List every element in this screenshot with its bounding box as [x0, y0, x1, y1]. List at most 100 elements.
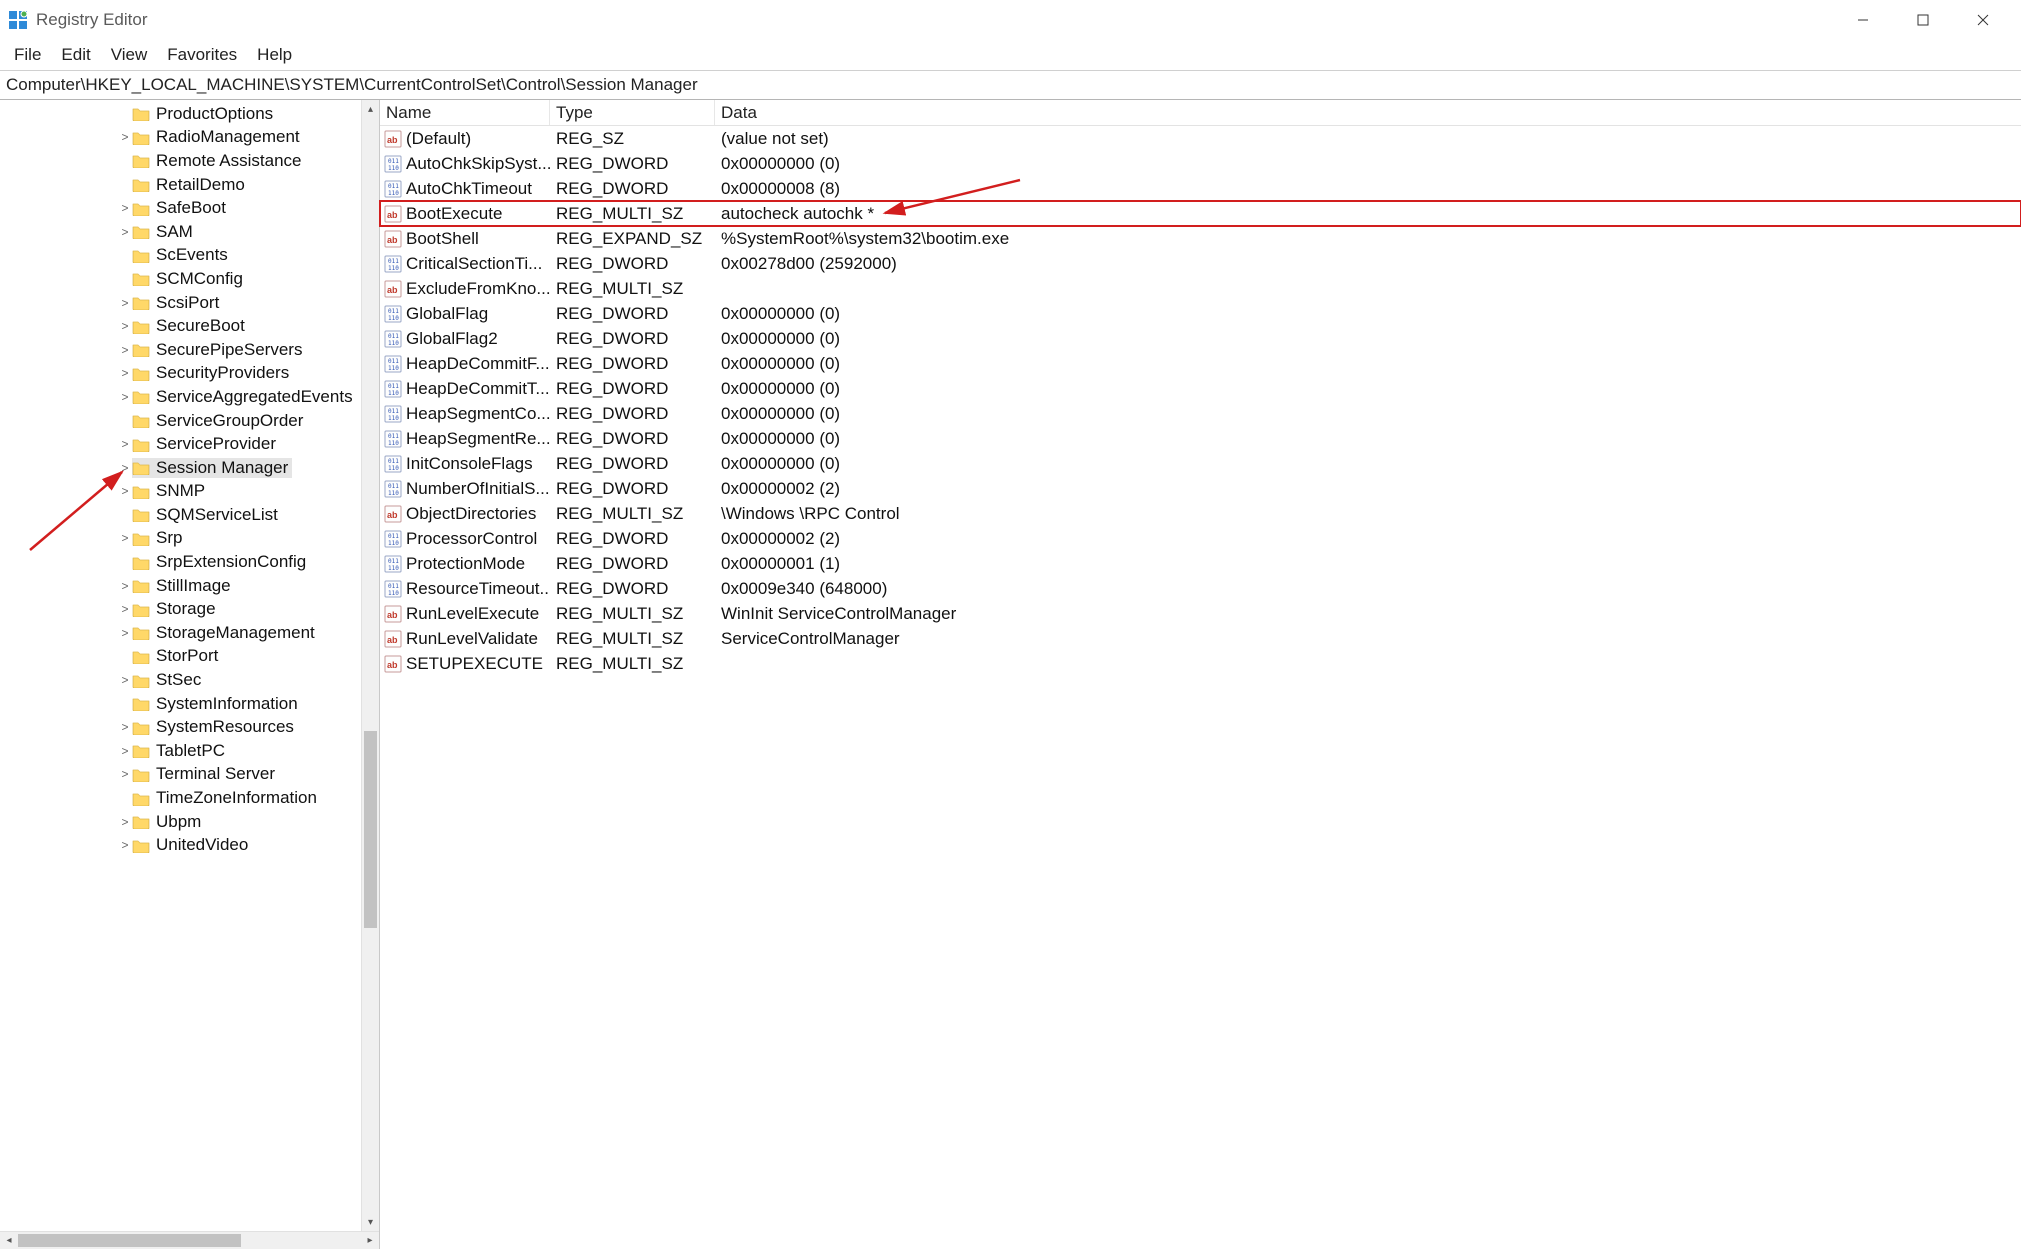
expand-chevron-icon[interactable]: >	[118, 319, 132, 333]
value-row[interactable]: abBootExecuteREG_MULTI_SZautocheck autoc…	[380, 201, 2021, 226]
tree-item[interactable]: >Ubpm	[0, 810, 379, 834]
tree-item[interactable]: SystemInformation	[0, 692, 379, 716]
menu-favorites[interactable]: Favorites	[157, 43, 247, 67]
address-bar[interactable]: Computer\HKEY_LOCAL_MACHINE\SYSTEM\Curre…	[0, 70, 2021, 100]
registry-tree[interactable]: ProductOptions>RadioManagementRemote Ass…	[0, 100, 379, 857]
menu-edit[interactable]: Edit	[51, 43, 100, 67]
column-type[interactable]: Type	[550, 100, 715, 125]
scroll-left-arrow-icon[interactable]: ◂	[0, 1235, 18, 1246]
value-row[interactable]: 011110ProtectionModeREG_DWORD0x00000001 …	[380, 551, 2021, 576]
tree-item[interactable]: >UnitedVideo	[0, 833, 379, 857]
menu-view[interactable]: View	[101, 43, 158, 67]
expand-chevron-icon[interactable]: >	[118, 602, 132, 616]
close-button[interactable]	[1953, 0, 2013, 40]
expand-chevron-icon[interactable]: >	[118, 579, 132, 593]
svg-text:011: 011	[388, 258, 399, 265]
tree-item[interactable]: >SAM	[0, 220, 379, 244]
menu-help[interactable]: Help	[247, 43, 302, 67]
value-row[interactable]: abObjectDirectoriesREG_MULTI_SZ\Windows …	[380, 501, 2021, 526]
scroll-down-arrow-icon[interactable]: ▾	[362, 1213, 379, 1231]
tree-item[interactable]: Remote Assistance	[0, 149, 379, 173]
column-name[interactable]: Name	[380, 100, 550, 125]
expand-chevron-icon[interactable]: >	[118, 815, 132, 829]
expand-chevron-icon[interactable]: >	[118, 626, 132, 640]
expand-chevron-icon[interactable]: >	[118, 390, 132, 404]
tree-item[interactable]: >StSec	[0, 668, 379, 692]
value-row[interactable]: 011110CriticalSectionTi...REG_DWORD0x002…	[380, 251, 2021, 276]
expand-chevron-icon[interactable]: >	[118, 484, 132, 498]
value-row[interactable]: 011110HeapSegmentRe...REG_DWORD0x0000000…	[380, 426, 2021, 451]
tree-item[interactable]: > ServiceAggregatedEvents	[0, 385, 379, 409]
value-row[interactable]: 011110AutoChkTimeoutREG_DWORD0x00000008 …	[380, 176, 2021, 201]
tree-item[interactable]: >StorageManagement	[0, 621, 379, 645]
value-row[interactable]: 011110GlobalFlagREG_DWORD0x00000000 (0)	[380, 301, 2021, 326]
tree-item[interactable]: >SafeBoot	[0, 196, 379, 220]
expand-chevron-icon[interactable]: >	[118, 531, 132, 545]
tree-item[interactable]: >RadioManagement	[0, 126, 379, 150]
tree-item[interactable]: ServiceGroupOrder	[0, 409, 379, 433]
tree-item[interactable]: >SystemResources	[0, 715, 379, 739]
tree-item[interactable]: >Session Manager	[0, 456, 379, 480]
expand-chevron-icon[interactable]: >	[118, 343, 132, 357]
column-data[interactable]: Data	[715, 100, 1115, 125]
menu-file[interactable]: File	[4, 43, 51, 67]
expand-chevron-icon[interactable]: >	[118, 744, 132, 758]
tree-item[interactable]: >Terminal Server	[0, 763, 379, 787]
expand-chevron-icon[interactable]: >	[118, 201, 132, 215]
expand-chevron-icon[interactable]: >	[118, 130, 132, 144]
scroll-thumb[interactable]	[18, 1234, 241, 1247]
tree-item[interactable]: >StillImage	[0, 574, 379, 598]
value-row[interactable]: abSETUPEXECUTEREG_MULTI_SZ	[380, 651, 2021, 676]
expand-chevron-icon[interactable]: >	[118, 767, 132, 781]
value-row[interactable]: ab(Default)REG_SZ(value not set)	[380, 126, 2021, 151]
value-row[interactable]: 011110HeapDeCommitT...REG_DWORD0x0000000…	[380, 376, 2021, 401]
scroll-up-arrow-icon[interactable]: ▴	[362, 100, 379, 118]
tree-item[interactable]: ProductOptions	[0, 102, 379, 126]
tree-item[interactable]: >SecurityProviders	[0, 362, 379, 386]
tree-item[interactable]: >TabletPC	[0, 739, 379, 763]
expand-chevron-icon[interactable]: >	[118, 225, 132, 239]
tree-item[interactable]: SCMConfig	[0, 267, 379, 291]
value-row[interactable]: 011110ResourceTimeout...REG_DWORD0x0009e…	[380, 576, 2021, 601]
tree-item[interactable]: ScEvents	[0, 244, 379, 268]
expand-chevron-icon[interactable]: >	[118, 720, 132, 734]
tree-item[interactable]: >SecurePipeServers	[0, 338, 379, 362]
minimize-button[interactable]	[1833, 0, 1893, 40]
tree-item[interactable]: >Storage	[0, 597, 379, 621]
value-row[interactable]: 011110InitConsoleFlagsREG_DWORD0x0000000…	[380, 451, 2021, 476]
value-row[interactable]: abRunLevelValidateREG_MULTI_SZServiceCon…	[380, 626, 2021, 651]
expand-chevron-icon[interactable]: >	[118, 838, 132, 852]
value-row[interactable]: abExcludeFromKno...REG_MULTI_SZ	[380, 276, 2021, 301]
tree-item[interactable]: RetailDemo	[0, 173, 379, 197]
value-row[interactable]: 011110GlobalFlag2REG_DWORD0x00000000 (0)	[380, 326, 2021, 351]
tree-item[interactable]: >SecureBoot	[0, 314, 379, 338]
tree-pane: ProductOptions>RadioManagementRemote Ass…	[0, 100, 380, 1249]
value-row[interactable]: 011110HeapSegmentCo...REG_DWORD0x0000000…	[380, 401, 2021, 426]
expand-chevron-icon[interactable]: >	[118, 366, 132, 380]
expand-chevron-icon[interactable]: >	[118, 296, 132, 310]
tree-item[interactable]: SrpExtensionConfig	[0, 550, 379, 574]
scroll-thumb[interactable]	[364, 731, 377, 928]
tree-item[interactable]: >Srp	[0, 527, 379, 551]
value-row[interactable]: abRunLevelExecuteREG_MULTI_SZWinInit Ser…	[380, 601, 2021, 626]
scroll-right-arrow-icon[interactable]: ▸	[361, 1235, 379, 1246]
value-row[interactable]: 011110HeapDeCommitF...REG_DWORD0x0000000…	[380, 351, 2021, 376]
tree-item-label: ServiceAggregatedEvents	[156, 387, 353, 407]
value-row[interactable]: 011110NumberOfInitialS...REG_DWORD0x0000…	[380, 476, 2021, 501]
tree-item[interactable]: >ServiceProvider	[0, 432, 379, 456]
tree-item[interactable]: TimeZoneInformation	[0, 786, 379, 810]
value-row[interactable]: 011110ProcessorControlREG_DWORD0x0000000…	[380, 526, 2021, 551]
value-row[interactable]: 011110AutoChkSkipSyst...REG_DWORD0x00000…	[380, 151, 2021, 176]
tree-item[interactable]: SQMServiceList	[0, 503, 379, 527]
tree-item[interactable]: StorPort	[0, 645, 379, 669]
tree-item[interactable]: >ScsiPort	[0, 291, 379, 315]
tree-vertical-scrollbar[interactable]: ▴ ▾	[361, 100, 379, 1231]
tree-item[interactable]: >SNMP	[0, 480, 379, 504]
value-row[interactable]: abBootShellREG_EXPAND_SZ%SystemRoot%\sys…	[380, 226, 2021, 251]
maximize-button[interactable]	[1893, 0, 1953, 40]
expand-chevron-icon[interactable]: >	[118, 673, 132, 687]
expand-chevron-icon[interactable]: >	[118, 461, 132, 475]
svg-text:011: 011	[388, 458, 399, 465]
expand-chevron-icon[interactable]: >	[118, 437, 132, 451]
tree-horizontal-scrollbar[interactable]: ◂ ▸	[0, 1231, 379, 1249]
